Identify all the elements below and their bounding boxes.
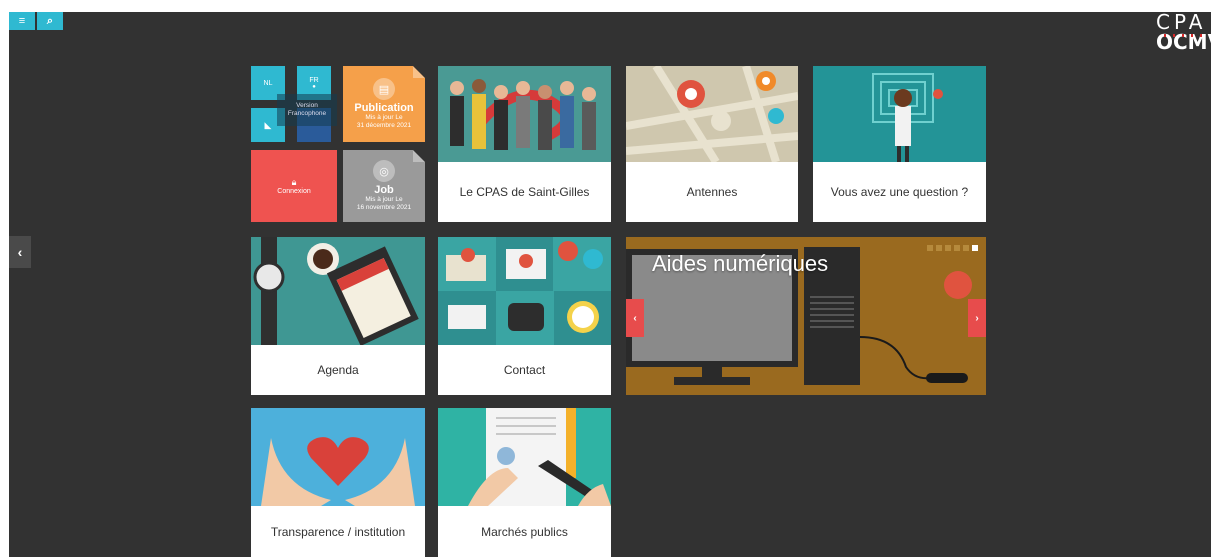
job-date: 16 novembre 2021 <box>356 204 412 211</box>
publication-date-label: Mis à jour Le <box>365 114 403 121</box>
cpas-label: Le CPAS de Saint-Gilles <box>459 185 590 199</box>
calendar-illustration <box>251 237 425 345</box>
pager-dot[interactable] <box>927 245 933 251</box>
language-tiles: NL FR ● ◣ Version Francophone <box>251 66 337 142</box>
search-button[interactable]: ⌕ <box>37 12 63 30</box>
pager-dot[interactable] <box>945 245 951 251</box>
document-icon: ▤ <box>373 78 395 100</box>
antennes-tile[interactable]: Antennes <box>626 66 798 222</box>
slider-pager <box>927 245 978 251</box>
publication-date: 31 décembre 2021 <box>356 122 412 129</box>
job-title: Job <box>374 184 394 196</box>
page-viewport: ≡ ⌕ CPA OCMV ‹ NL FR● ◣ Version Francoph… <box>9 12 1211 557</box>
page-fold <box>413 150 425 162</box>
agenda-tile[interactable]: Agenda <box>251 237 425 395</box>
antennes-illustration <box>626 66 798 162</box>
job-content: ◎ Job Mis à jour Le 16 novembre 2021 <box>343 150 425 222</box>
chevron-right-icon: › <box>975 312 979 324</box>
connexion-label: Connexion <box>277 188 311 195</box>
contact-label: Contact <box>503 363 546 377</box>
marches-tile[interactable]: Marchés publics <box>438 408 611 557</box>
agenda-illustration <box>251 237 425 345</box>
brand-logo[interactable]: CPA OCMV <box>1156 12 1211 52</box>
lock-icon: 🔒︎ <box>291 177 297 187</box>
map-illustration <box>626 66 798 162</box>
slider-next-button[interactable]: › <box>968 299 986 337</box>
slider-title: Aides numériques <box>652 251 829 276</box>
target-icon: ◎ <box>373 160 395 182</box>
cpas-tile[interactable]: Le CPAS de Saint-Gilles <box>438 66 611 222</box>
page-fold <box>413 66 425 78</box>
dot-icon: ● <box>312 83 316 90</box>
antennes-label: Antennes <box>686 185 738 199</box>
publication-title: Publication <box>354 102 414 114</box>
brand-dots <box>1164 34 1204 37</box>
rss-icon: ◣ <box>264 119 272 130</box>
search-icon: ⌕ <box>46 14 54 27</box>
marches-label: Marchés publics <box>481 524 568 539</box>
publication-tile[interactable]: ▤ Publication Mis à jour Le 31 décembre … <box>343 66 425 142</box>
question-tile[interactable]: Vous avez une question ? <box>813 66 986 222</box>
job-tile[interactable]: ◎ Job Mis à jour Le 16 novembre 2021 <box>343 150 425 222</box>
cpas-illustration <box>438 66 611 162</box>
people-illustration <box>438 66 611 162</box>
slider-prev-button[interactable]: ‹ <box>626 299 644 337</box>
pager-dot-active[interactable] <box>972 245 978 251</box>
pager-dot[interactable] <box>936 245 942 251</box>
version-note: Version Francophone <box>287 102 327 117</box>
transparence-tile[interactable]: Transparence / institution <box>251 408 425 557</box>
menu-icon: ≡ <box>18 15 26 27</box>
transparence-illustration <box>251 408 425 506</box>
aides-slider[interactable]: Aides numériques ‹ › <box>626 237 986 395</box>
contract-illustration <box>438 408 611 506</box>
transparence-label: Transparence / institution <box>270 524 406 539</box>
contact-illustration <box>438 237 611 345</box>
sidebar-toggle-button[interactable]: ‹ <box>9 236 31 268</box>
contact-tile[interactable]: Contact <box>438 237 611 395</box>
brand-line-1: CPA <box>1156 12 1207 34</box>
menu-button[interactable]: ≡ <box>9 12 35 30</box>
contact-icons-illustration <box>438 237 611 345</box>
marches-illustration <box>438 408 611 506</box>
question-illustration <box>813 66 986 162</box>
chevron-left-icon: ‹ <box>17 244 23 260</box>
lang-fr-label: FR <box>309 76 319 84</box>
pager-dot[interactable] <box>954 245 960 251</box>
version-tooltip: Version Francophone <box>277 94 337 126</box>
connexion-button[interactable]: 🔒︎ Connexion <box>251 150 337 222</box>
heart-hands-illustration <box>251 408 425 506</box>
maze-illustration <box>813 66 986 162</box>
lang-nl-label: NL <box>263 79 273 87</box>
agenda-label: Agenda <box>317 363 359 377</box>
job-date-label: Mis à jour Le <box>365 196 403 203</box>
pager-dot[interactable] <box>963 245 969 251</box>
question-label: Vous avez une question ? <box>830 185 969 199</box>
chevron-left-icon: ‹ <box>633 312 637 324</box>
publication-content: ▤ Publication Mis à jour Le 31 décembre … <box>343 66 425 142</box>
